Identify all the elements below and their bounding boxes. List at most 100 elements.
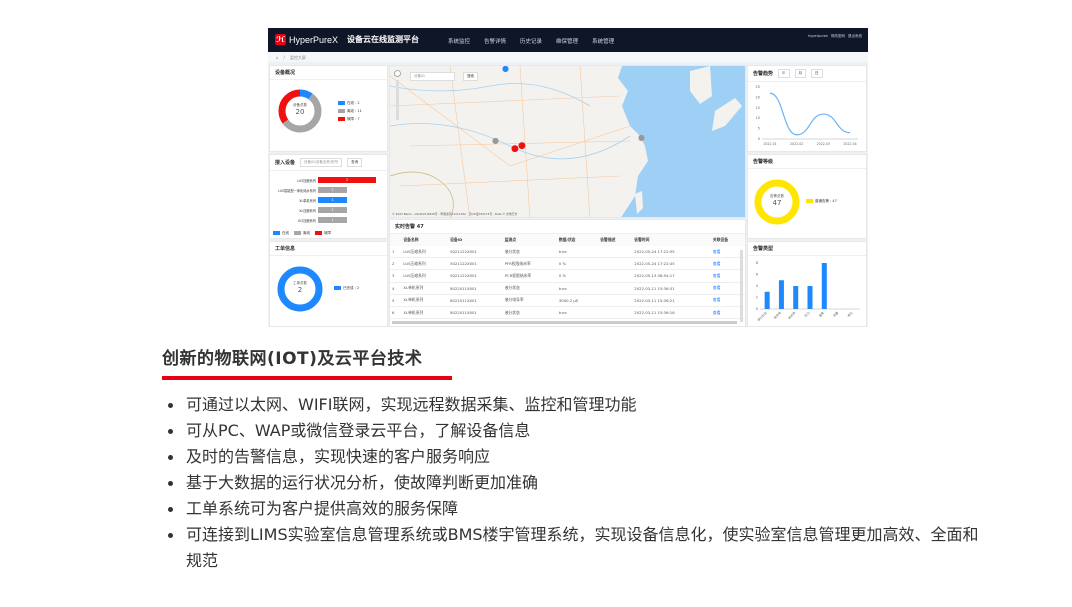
- column-header: 数据/状态: [556, 234, 599, 246]
- table-cell: 2022-05-24 17:22:45: [632, 257, 711, 271]
- device-bar-label: UCI压缩系列: [297, 218, 316, 223]
- change-password-link[interactable]: 修改密码: [831, 34, 845, 39]
- table-row: 6 XL单机系列 8022011X001 液分状态 true 2022-03-11 15:…: [390, 306, 745, 320]
- column-header: 设备名称: [401, 234, 449, 246]
- map-marker-icon[interactable]: ●: [502, 66, 509, 73]
- alarm-trend-line-chart: 0 5 10 15 20 25 2022-01 2022-02 2022-03 2022-04: [756, 85, 858, 146]
- table-cell: [598, 257, 633, 271]
- bar: [807, 286, 813, 309]
- table-h-scrollbar[interactable]: [392, 321, 737, 324]
- table-cell: 0 %: [556, 257, 599, 271]
- device-bar-chart: LUS压缩系列 2 LUS智能型一体化纯水系列 1 XL单机系列 1 XL压缩系列 1 UCI压…: [270, 175, 389, 225]
- nav-item[interactable]: 告警详情: [484, 37, 506, 45]
- work-order-panel: 工单信息 工单总数 2 已完成 : 2: [269, 241, 388, 327]
- table-cell: XL单机系列: [401, 306, 449, 320]
- nav-item[interactable]: 系统监控: [448, 37, 470, 45]
- table-cell: PCR权限纳米率: [502, 269, 557, 283]
- heading-underline: [162, 376, 452, 380]
- alarm-trend-panel: 告警趋势年月日 0 5 10 15 20 25 2022-01 2022-02 2022-03 2…: [747, 65, 867, 152]
- table-cell: 5021122X001: [448, 269, 503, 283]
- panel-title: 接入设备: [275, 160, 296, 166]
- x-tick-label: 2022-04: [843, 142, 856, 146]
- x-tick-label: 液位: [846, 310, 854, 318]
- trend-line: [769, 92, 851, 136]
- table-cell: 液分电导率: [502, 294, 557, 307]
- x-tick-label: 电导率: [772, 310, 782, 320]
- column-header: 监测点: [502, 234, 557, 246]
- table-cell: 2022-03-11 15:36:21: [632, 294, 711, 307]
- map-marker-icon[interactable]: ●: [638, 133, 645, 142]
- table-cell: [598, 306, 633, 320]
- table-scrollbar[interactable]: [740, 250, 743, 322]
- top-header: ℋ HyperPureX 设备云在线监测平台 系统监控 告警详情 历史记录 维保管理 系统管…: [268, 28, 868, 52]
- table-cell: 8022011X001: [448, 306, 503, 320]
- table-cell: [598, 282, 633, 295]
- logout-link[interactable]: 退出系统: [848, 34, 862, 39]
- y-tick-label: 0: [756, 307, 758, 311]
- column-header: 告警描述: [598, 234, 633, 246]
- map-search-input[interactable]: 设备ID: [410, 72, 455, 81]
- work-order-legend: 已完成 : 2: [334, 286, 359, 291]
- app-title: 设备云在线监测平台: [347, 35, 420, 44]
- nav-item[interactable]: 历史记录: [520, 37, 542, 45]
- table-cell: [598, 246, 633, 259]
- map-search-button[interactable]: 搜索: [463, 72, 478, 81]
- device-bar-row[interactable]: UCI压缩系列 1: [270, 215, 389, 225]
- dashboard-screenshot: ℋ HyperPureX 设备云在线监测平台 系统监控 告警详情 历史记录 维保管理 系统管…: [268, 28, 868, 327]
- nav-item[interactable]: 维保管理: [556, 37, 578, 45]
- feature-item: 及时的告警信息，实现快速的客户服务响应: [162, 444, 982, 470]
- device-bar-row[interactable]: LUS智能型一体化纯水系列 1: [270, 185, 389, 195]
- table-cell: 2022-05-24 17:22:55: [632, 246, 711, 259]
- tab-month[interactable]: 月: [794, 69, 807, 78]
- tab-year[interactable]: 年: [778, 69, 790, 78]
- device-bar[interactable]: 1: [318, 217, 347, 223]
- y-tick-label: 5: [758, 127, 760, 131]
- alarm-level-panel: 告警等级 告警总数 47 普通告警 : 47: [747, 154, 867, 239]
- tab-day[interactable]: 日: [811, 69, 823, 78]
- device-bar[interactable]: 1: [318, 197, 347, 203]
- y-tick-label: 25: [756, 85, 760, 89]
- y-tick-label: 0: [758, 137, 760, 141]
- y-tick-label: 6: [756, 273, 758, 277]
- device-bar[interactable]: 2: [318, 177, 376, 183]
- table-cell: PFR权限纳米率: [502, 257, 557, 271]
- alarm-types-bar-chart: 0 2 4 6 8 液分状态 电导率 纳米率 压力 温度 流量 液位: [756, 261, 860, 322]
- table-row: 5 XL单机系列 8022011X001 液分电导率 3000.2 µS 2022-03-…: [390, 294, 745, 307]
- map-marker-icon[interactable]: ●: [518, 141, 526, 151]
- table-cell: 2022-03-11 15:36:16: [632, 306, 711, 320]
- device-bar-label: XL单机系列: [299, 198, 316, 203]
- device-bar-row[interactable]: XL压缩系列 1: [270, 205, 389, 215]
- logo: ℋ HyperPureX 设备云在线监测平台: [275, 34, 419, 45]
- device-search-input[interactable]: 设备ID/设备名称/型号: [300, 158, 343, 167]
- table-cell: 2: [390, 257, 402, 271]
- table-row: 1 LUS压缩系列 5021122X001 液分状态 true 2022-05-24 17…: [390, 246, 745, 259]
- device-bar-row[interactable]: LUS压缩系列 2: [270, 175, 389, 185]
- bar: [821, 263, 827, 309]
- panel-title: 告警类型: [748, 242, 866, 256]
- logo-mark-icon: ℋ: [275, 34, 286, 45]
- table-cell: 4: [390, 282, 402, 295]
- table-cell: 6: [390, 306, 402, 320]
- table-cell: 液分状态: [502, 306, 557, 320]
- device-bar[interactable]: 1: [318, 187, 347, 193]
- bar: [793, 286, 799, 309]
- x-tick-label: 2022-03: [817, 142, 830, 146]
- map-pan-control[interactable]: [394, 70, 401, 77]
- breadcrumb: ⌂ / 监控大屏: [268, 52, 868, 62]
- donut-center: 工单总数 2: [293, 281, 307, 294]
- panel-title: 实时告警 47: [390, 220, 745, 234]
- home-icon[interactable]: ⌂: [276, 55, 279, 60]
- map-marker-icon[interactable]: ●: [492, 136, 499, 145]
- column-header: 设备ID: [448, 234, 503, 246]
- device-bar-row[interactable]: XL单机系列 1: [270, 195, 389, 205]
- device-bar[interactable]: 1: [318, 207, 347, 213]
- query-button[interactable]: 查询: [347, 158, 363, 167]
- device-map[interactable]: 设备ID 搜索 ● ● ● ● ● © 2022 Baidu - GS(2021…: [389, 65, 746, 218]
- table-cell: LUS压缩系列: [401, 246, 449, 259]
- feature-item: 可通过以太网、WIFI联网，实现远程数据采集、监控和管理功能: [162, 392, 982, 418]
- feature-section: 创新的物联网(IOT)及云平台技术 可通过以太网、WIFI联网，实现远程数据采集…: [162, 344, 982, 574]
- map-zoom-slider[interactable]: [396, 80, 399, 120]
- table-cell: true: [556, 246, 599, 259]
- nav-item[interactable]: 系统管理: [592, 37, 614, 45]
- panel-title: 设备概况: [270, 66, 387, 80]
